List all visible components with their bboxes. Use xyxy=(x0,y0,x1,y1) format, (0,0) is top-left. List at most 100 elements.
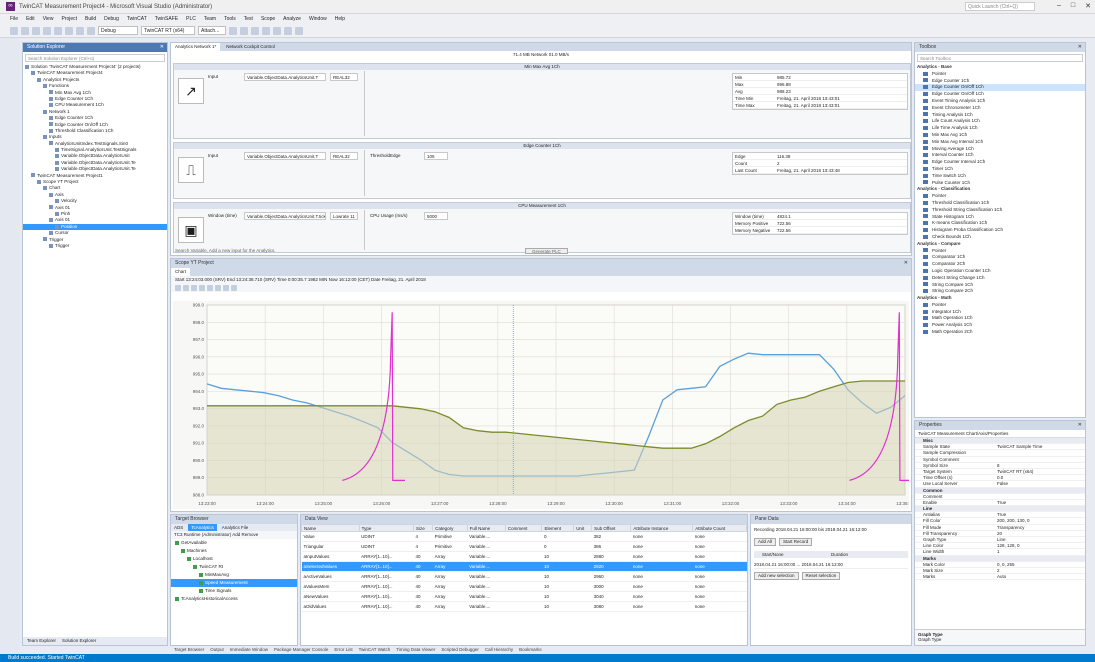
bottom-tab[interactable]: Bookmarks xyxy=(519,646,542,654)
column-header[interactable]: Category xyxy=(432,524,468,532)
bottom-tab[interactable]: Timing Data Viewer xyxy=(396,646,435,654)
toolbox-search-input[interactable]: Search Toolbox xyxy=(917,54,1083,62)
tab-chart[interactable]: Chart xyxy=(171,268,191,276)
bottom-tab[interactable]: Package Manager Console xyxy=(274,646,328,654)
start-icon[interactable] xyxy=(273,26,281,35)
stop-icon[interactable] xyxy=(284,26,292,35)
toolbox-item[interactable]: Threshold Classification 1Ch xyxy=(915,200,1085,207)
reset-selection-button[interactable]: Reset selection xyxy=(801,572,841,580)
column-header[interactable]: Attribute Instance xyxy=(630,524,694,532)
bottom-tab[interactable]: Output xyxy=(210,646,224,654)
toolbox-item[interactable]: State Histogram 1Ch xyxy=(915,214,1085,221)
toolbox-item[interactable]: Comparator 1Ch xyxy=(915,254,1085,261)
table-row[interactable]: Triangular UDINT 4 Primitive Variable.... 0 38… xyxy=(301,541,747,552)
close-icon[interactable]: ✕ xyxy=(160,43,164,52)
tab-solution-explorer[interactable]: Solution Explorer xyxy=(62,637,96,645)
properties-object-select[interactable]: TwinCAT Measurement Chart/Axis/Propertie… xyxy=(915,430,1085,438)
toolbox-item[interactable]: Integrator 1Ch xyxy=(915,309,1085,316)
column-header[interactable]: Size xyxy=(412,524,434,532)
selection-entry[interactable]: 2018.04.21 16:00:00 ... 2018.04.21 16:12… xyxy=(754,561,908,569)
toolbox-item[interactable]: Time Switch 1Ch xyxy=(915,173,1085,180)
scope-chart[interactable]: 999.0 998.0 997.0 996.0 995.0 994.0 993.0 992.0… xyxy=(173,301,909,509)
menu-item-build[interactable]: Build xyxy=(85,16,96,22)
cursor-icon[interactable] xyxy=(215,285,221,291)
menu-item-edit[interactable]: Edit xyxy=(26,16,35,22)
toolbox-category[interactable]: Analytics - Classification xyxy=(915,186,1085,193)
forward-icon[interactable] xyxy=(21,26,29,35)
column-header[interactable]: Comment xyxy=(504,524,543,532)
property-value[interactable]: 200, 200, 130, 0 xyxy=(995,518,1085,523)
table-row[interactable]: aNewValues ARRAY[1..10]... 40 Array Variable… xyxy=(301,591,747,602)
column-header[interactable]: Attribute Count xyxy=(692,524,747,532)
input-type-field[interactable]: REAL32 xyxy=(330,73,358,81)
target-node[interactable]: Speed Measurement xyxy=(171,579,297,587)
config-mode-icon[interactable] xyxy=(251,26,259,35)
input-variable-field[interactable]: Variable.ObjectData.AnalyticsUnit.T.tick xyxy=(244,212,326,220)
menu-item-twincat[interactable]: TwinCAT xyxy=(127,16,147,22)
overview-icon[interactable] xyxy=(223,285,229,291)
table-row[interactable]: aInputValues ARRAY[1..10]... 40 Array Variab… xyxy=(301,551,747,562)
toolbox-item[interactable]: Pointer xyxy=(915,302,1085,309)
menu-item-file[interactable]: File xyxy=(10,16,18,22)
toolbox-item[interactable]: Math Operation 2Ch xyxy=(915,329,1085,336)
property-value[interactable]: 1 xyxy=(995,549,1085,554)
toolbox-item[interactable]: Detect String Change 1Ch xyxy=(915,275,1085,282)
property-value[interactable] xyxy=(995,494,1085,499)
minimize-icon[interactable]: – xyxy=(1057,2,1061,10)
close-icon[interactable]: ✕ xyxy=(904,259,908,268)
undo-icon[interactable] xyxy=(76,26,84,35)
toolbox-item[interactable]: Edge Counter Interval 1Ch xyxy=(915,159,1085,166)
property-value[interactable]: 20 xyxy=(995,531,1085,536)
toolbox-item[interactable]: String Compare 1Ch xyxy=(915,282,1085,289)
menu-item-team[interactable]: Team xyxy=(204,16,216,22)
menu-item-tools[interactable]: Tools xyxy=(224,16,236,22)
redo-icon[interactable] xyxy=(87,26,95,35)
toolbox-item[interactable]: Pointer xyxy=(915,193,1085,200)
column-header[interactable]: Unit xyxy=(573,524,593,532)
toolbox-item[interactable]: K-means Classification 1Ch xyxy=(915,220,1085,227)
input-variable-field[interactable]: Variable.ObjectData.AnalyticsUnit.T xyxy=(244,152,326,160)
toolbox-item[interactable]: Interval Counter 1Ch xyxy=(915,152,1085,159)
bottom-tab[interactable]: TwinCAT Watch xyxy=(359,646,391,654)
toolbox-item[interactable]: Timing Analysis 1Ch xyxy=(915,112,1085,119)
property-row[interactable]: Marks Auto xyxy=(915,574,1085,581)
pan-icon[interactable] xyxy=(207,285,213,291)
menu-item-twinsafe[interactable]: TwinSAFE xyxy=(155,16,178,22)
property-value[interactable]: Transparency xyxy=(995,525,1085,530)
table-row[interactable]: aOldValues ARRAY[1..10]... 40 Array Variable… xyxy=(301,601,747,612)
target-node[interactable]: Machines xyxy=(171,547,297,555)
menu-item-analyze[interactable]: Analyze xyxy=(283,16,301,22)
toolbox-item[interactable]: String Compare 2Ch xyxy=(915,288,1085,295)
column-header[interactable]: Name xyxy=(301,524,360,532)
property-value[interactable]: 2 xyxy=(995,568,1085,573)
toolbox-item[interactable]: Math Operation 1Ch xyxy=(915,315,1085,322)
toolbox-item[interactable]: Moving Average 1Ch xyxy=(915,146,1085,153)
login-icon[interactable] xyxy=(262,26,270,35)
toolbox-item[interactable]: Edge Counter 1Ch xyxy=(915,78,1085,85)
property-value[interactable] xyxy=(995,457,1085,462)
column-header[interactable]: Sub Offset xyxy=(591,524,632,532)
column-header[interactable]: Element xyxy=(541,524,575,532)
target-node[interactable]: TwinCAT Rt xyxy=(171,563,297,571)
zoom-out-icon[interactable] xyxy=(199,285,205,291)
generate-plc-button[interactable]: Generate PLC xyxy=(525,248,568,254)
toolbox-category[interactable]: Analytics - Base xyxy=(915,64,1085,71)
bottom-tab[interactable]: Immediate Window xyxy=(230,646,268,654)
menu-item-project[interactable]: Project xyxy=(61,16,77,22)
input-type-field[interactable]: Lowrate 11 xyxy=(330,212,358,220)
toolbox-item[interactable]: Life Count Analysis 1Ch xyxy=(915,118,1085,125)
bottom-tab[interactable]: Call Hierarchy xyxy=(485,646,513,654)
zoom-in-icon[interactable] xyxy=(191,285,197,291)
toolbox-item[interactable]: Edge Counter On/Off 1Ch xyxy=(915,84,1085,92)
tab-team-explorer[interactable]: Team Explorer xyxy=(27,637,56,645)
property-value[interactable]: 128, 128, 0 xyxy=(995,543,1085,548)
table-row[interactable]: aValuesMem ARRAY[1..10]... 40 Array Variable… xyxy=(301,581,747,592)
property-value[interactable]: True xyxy=(995,500,1085,505)
restart-icon[interactable] xyxy=(240,26,248,35)
tab-analytics-file[interactable]: Analytics File xyxy=(219,524,252,531)
maximize-icon[interactable]: □ xyxy=(1071,2,1075,10)
toolbox-item[interactable]: Edge Counter On/Off 1Ch xyxy=(915,91,1085,98)
toolbox-item[interactable]: Check Bounds 1Ch xyxy=(915,234,1085,241)
input-type-field[interactable]: REAL32 xyxy=(330,152,358,160)
add-selection-button[interactable]: Add new selection xyxy=(754,572,799,580)
